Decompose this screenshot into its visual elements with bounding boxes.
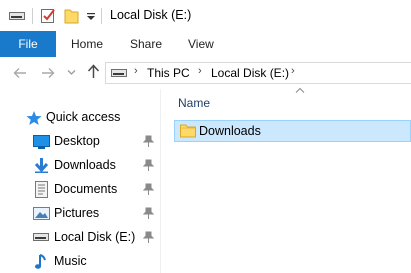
nav-quick-access[interactable]: Quick access: [0, 106, 160, 130]
file-list: [161, 89, 411, 273]
breadcrumb-this-pc[interactable]: This PC: [147, 66, 190, 80]
pictures-icon: [33, 207, 50, 220]
toolbar-separator: [32, 8, 33, 24]
breadcrumb-separator-icon[interactable]: ›: [134, 65, 138, 77]
tab-share[interactable]: Share: [130, 31, 162, 57]
nav-label: Downloads: [54, 158, 116, 172]
tab-file[interactable]: File: [0, 31, 56, 57]
toolbar-separator: [101, 8, 102, 24]
column-header-name[interactable]: Name: [178, 96, 210, 110]
star-icon: [26, 111, 42, 125]
nav-item-downloads[interactable]: Downloads: [0, 154, 160, 178]
pin-icon[interactable]: [143, 183, 154, 196]
title-bar: [0, 0, 411, 31]
drive-icon: [111, 69, 127, 77]
nav-item-music[interactable]: Music: [0, 250, 160, 273]
nav-label: Desktop: [54, 134, 100, 148]
nav-label: Documents: [54, 182, 118, 196]
nav-item-documents[interactable]: Documents: [0, 178, 160, 202]
nav-item-pictures[interactable]: Pictures: [0, 202, 160, 226]
sort-ascending-icon[interactable]: [295, 87, 305, 93]
customize-dropdown-icon[interactable]: [87, 13, 95, 21]
recent-locations-icon[interactable]: [67, 69, 76, 76]
nav-item-desktop[interactable]: Desktop: [0, 130, 160, 154]
drive-icon: [33, 233, 49, 241]
drive-icon[interactable]: [9, 11, 25, 21]
window-title: Local Disk (E:): [110, 8, 192, 22]
desktop-icon: [33, 135, 50, 149]
nav-item-local-disk[interactable]: Local Disk (E:): [0, 226, 160, 250]
downloads-icon: [34, 158, 49, 173]
music-icon: [35, 254, 46, 269]
up-arrow-icon[interactable]: [87, 64, 100, 79]
pin-icon[interactable]: [143, 231, 154, 244]
nav-label: Music: [54, 254, 87, 268]
back-arrow-icon[interactable]: [13, 67, 27, 79]
pin-icon[interactable]: [143, 135, 154, 148]
pin-icon[interactable]: [143, 207, 154, 220]
forward-arrow-icon[interactable]: [41, 67, 55, 79]
nav-label: Local Disk (E:): [54, 230, 136, 244]
properties-icon[interactable]: [40, 7, 56, 24]
breadcrumb-separator-icon[interactable]: ›: [291, 65, 295, 77]
breadcrumb-separator-icon[interactable]: ›: [198, 65, 202, 77]
nav-label: Pictures: [54, 206, 100, 220]
list-item-label: Downloads: [199, 124, 261, 138]
nav-label: Quick access: [46, 110, 121, 124]
documents-icon: [35, 181, 48, 198]
folder-icon: [180, 124, 196, 138]
tab-home[interactable]: Home: [71, 31, 103, 57]
pin-icon[interactable]: [143, 159, 154, 172]
breadcrumb-local-disk[interactable]: Local Disk (E:): [211, 66, 289, 80]
new-folder-icon[interactable]: [64, 7, 79, 24]
tab-view[interactable]: View: [188, 31, 214, 57]
